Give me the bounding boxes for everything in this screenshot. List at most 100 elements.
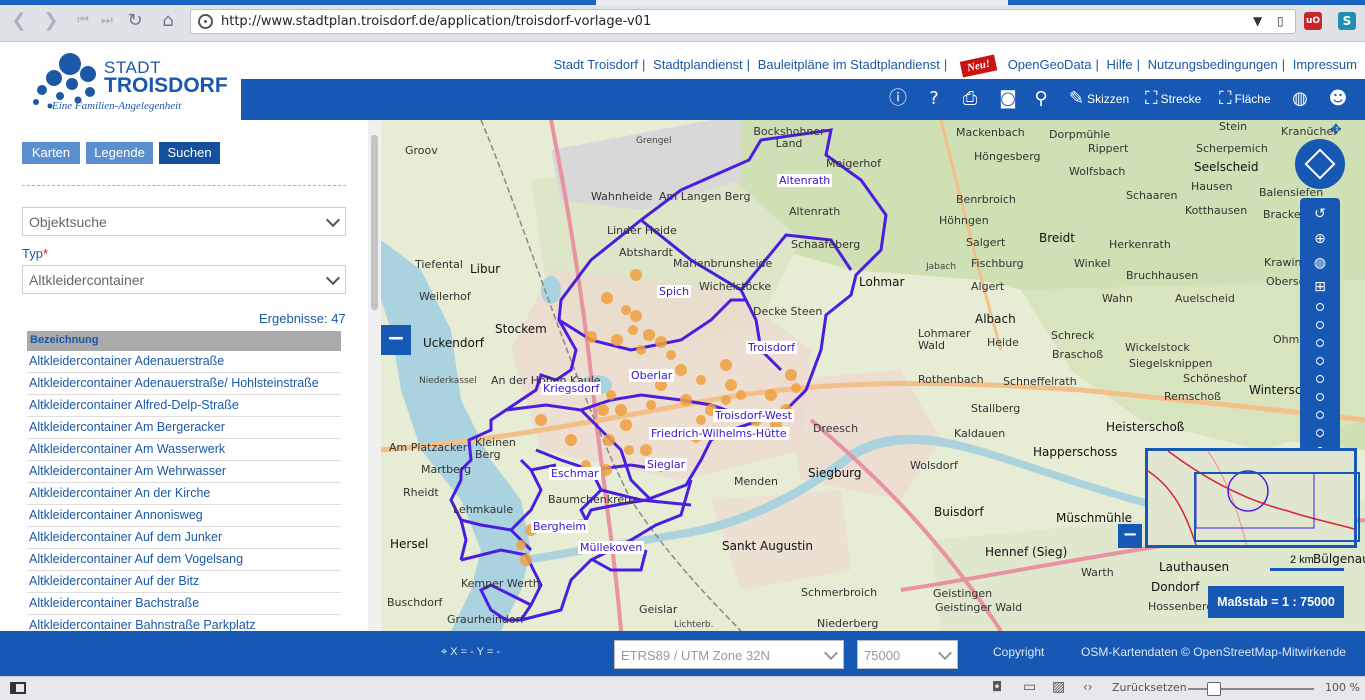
scale-select[interactable]: 75000 <box>857 640 958 669</box>
table-row[interactable]: Altkleidercontainer Annonisweg <box>27 505 341 527</box>
forward-icon[interactable]: ❯ <box>40 10 62 32</box>
table-row[interactable]: Altkleidercontainer An der Kirche <box>27 483 341 505</box>
table-row[interactable]: Altkleidercontainer Auf dem Junker <box>27 527 341 549</box>
panel-scroll-thumb[interactable] <box>371 135 378 310</box>
active-tab[interactable] <box>596 0 1008 5</box>
screenshot-icon[interactable]: ◘ <box>992 680 1002 695</box>
collapse-panel-button[interactable]: − <box>381 325 411 355</box>
camera-icon[interactable]: ◙ <box>996 87 1020 111</box>
crs-select[interactable]: ETRS89 / UTM Zone 32N <box>614 640 844 669</box>
tab-legende[interactable]: Legende <box>86 142 153 164</box>
table-row[interactable]: Altkleidercontainer Bachstraße <box>27 593 341 615</box>
zoom-level-dot[interactable] <box>1316 375 1324 383</box>
link-bauleitplaene[interactable]: Bauleitpläne im Stadtplandienst <box>758 57 940 72</box>
last-page-icon[interactable]: ⏭ <box>96 10 118 32</box>
skizzen-button[interactable]: ✎ Skizzen <box>1069 87 1147 111</box>
copyright-link[interactable]: Copyright <box>993 645 1044 659</box>
bookmark-icon[interactable]: ▯ <box>1277 14 1284 28</box>
address-bar[interactable]: http://www.stadtplan.troisdorf.de/applic… <box>190 9 1296 34</box>
osm-attribution-link[interactable]: OSM-Kartendaten © OpenStreetMap-Mitwirke… <box>1081 645 1346 659</box>
dropdown-arrow-icon[interactable]: ▼ <box>1253 14 1262 28</box>
globe-icon[interactable]: ◍ <box>1289 87 1311 111</box>
district-label[interactable]: Bergheim <box>531 520 589 533</box>
district-label[interactable]: Sieglar <box>645 458 688 471</box>
map-place-label: Siegelsknippen <box>1129 357 1213 370</box>
zoom-level-dot[interactable] <box>1316 321 1324 329</box>
table-row[interactable]: Altkleidercontainer Am Wehrwasser <box>27 461 341 483</box>
url-text[interactable]: http://www.stadtplan.troisdorf.de/applic… <box>221 14 651 29</box>
strecke-button[interactable]: ⛶ Strecke <box>1145 87 1217 111</box>
overview-viewport-frame[interactable] <box>1194 472 1360 542</box>
typ-select[interactable]: Altkleidercontainer <box>22 265 346 294</box>
zoom-level-dot[interactable] <box>1316 339 1324 347</box>
undo-redo-icon[interactable]: ↺ <box>1312 206 1328 222</box>
link-stadt-troisdorf[interactable]: Stadt Troisdorf <box>553 57 638 72</box>
reset-zoom-button[interactable]: Zurücksetzen <box>1112 681 1187 694</box>
map-place-label: Decke Steen <box>753 305 823 318</box>
tab-karten[interactable]: Karten <box>22 142 80 164</box>
district-label[interactable]: Altenrath <box>777 174 833 187</box>
district-label[interactable]: Kriegsdorf <box>541 382 602 395</box>
collapse-overview-button[interactable]: − <box>1118 524 1142 548</box>
zoom-level-dot[interactable] <box>1316 357 1324 365</box>
zoom-level-dot[interactable] <box>1316 393 1324 401</box>
table-row[interactable]: Altkleidercontainer Alfred-Delp-Straße <box>27 395 341 417</box>
table-row[interactable]: Altkleidercontainer Am Wasserwerk <box>27 439 341 461</box>
link-separator: | <box>1136 57 1140 72</box>
table-row[interactable]: Altkleidercontainer Adenauerstraße <box>27 351 341 373</box>
logo-name[interactable]: TROISDORF <box>104 74 228 98</box>
users-icon[interactable]: ☻ <box>1323 87 1353 111</box>
column-header-bezeichnung[interactable]: Bezeichnung <box>30 334 98 346</box>
pin-icon[interactable]: ⚲ <box>1031 87 1051 111</box>
zoom-level-dot[interactable] <box>1316 429 1324 437</box>
sidebar-toggle-icon[interactable] <box>10 682 26 694</box>
page-zoom-knob[interactable] <box>1207 682 1221 696</box>
move-icon[interactable]: ✥ <box>1330 122 1342 138</box>
help-icon[interactable]: ? <box>923 87 945 111</box>
map-place-label: Hausen <box>1191 180 1233 193</box>
tab-suchen[interactable]: Suchen <box>159 142 220 164</box>
window-icon[interactable]: ▭ <box>1023 679 1036 695</box>
district-label[interactable]: Troisdorf-West <box>713 409 794 422</box>
district-label[interactable]: Friedrich-Wilhelms-Hütte <box>649 427 789 440</box>
table-row[interactable]: Altkleidercontainer Am Bergeracker <box>27 417 341 439</box>
district-label[interactable]: Oberlar <box>629 369 675 382</box>
flaeche-button[interactable]: ⛶ Fläche <box>1219 87 1289 111</box>
home-icon[interactable]: ⌂ <box>157 10 179 32</box>
table-row[interactable]: Altkleidercontainer Auf dem Vogelsang <box>27 549 341 571</box>
info-icon[interactable]: ⓘ <box>887 87 909 111</box>
link-nutzungsbedingungen[interactable]: Nutzungsbedingungen <box>1148 57 1278 72</box>
district-label[interactable]: Eschmar <box>549 467 601 480</box>
link-hilfe[interactable]: Hilfe <box>1107 57 1133 72</box>
scale-select-value: 75000 <box>864 648 901 663</box>
objektsuche-select[interactable]: Objektsuche <box>22 207 346 236</box>
district-label[interactable]: Müllekoven <box>578 541 645 554</box>
flaeche-label: Fläche <box>1234 92 1271 106</box>
district-label[interactable]: Spich <box>657 285 692 298</box>
reload-icon[interactable]: ↻ <box>124 10 146 32</box>
zoom-globe-icon[interactable]: ◍ <box>1312 255 1328 271</box>
image-icon[interactable]: ▨ <box>1052 679 1065 695</box>
table-row[interactable]: Altkleidercontainer Auf der Bitz <box>27 571 341 593</box>
link-opengeodata[interactable]: OpenGeoData <box>1008 57 1092 72</box>
sidebar-toggle-fill <box>12 684 16 692</box>
table-row[interactable]: Altkleidercontainer Adenauerstraße/ Hohl… <box>27 373 341 395</box>
skype-extension-icon[interactable]: S <box>1338 12 1356 30</box>
code-icon[interactable]: ‹› <box>1083 680 1093 694</box>
link-stadtplandienst[interactable]: Stadtplandienst <box>653 57 743 72</box>
zoom-in-icon[interactable]: ⊞ <box>1312 279 1328 295</box>
site-info-icon[interactable] <box>198 14 213 29</box>
link-separator: | <box>642 57 646 72</box>
district-label[interactable]: Troisdorf <box>746 341 798 354</box>
zoom-level-dot[interactable] <box>1316 411 1324 419</box>
link-impressum[interactable]: Impressum <box>1293 57 1357 72</box>
print-icon[interactable]: ⎙ <box>959 87 981 111</box>
pan-control[interactable] <box>1295 139 1345 189</box>
map-canvas[interactable]: Groov Bockshohner Land Mackenbach Dorpmü… <box>381 120 1365 631</box>
back-icon[interactable]: ❮ <box>8 10 30 32</box>
zoom-control: ↺ ⊕ ◍ ⊞ ⊟ <box>1300 198 1340 484</box>
first-page-icon[interactable]: ⏮ <box>72 10 94 32</box>
zoom-magnifier-icon[interactable]: ⊕ <box>1312 231 1328 247</box>
zoom-level-dot[interactable] <box>1316 303 1324 311</box>
ublock-extension-icon[interactable]: uO <box>1304 12 1322 30</box>
